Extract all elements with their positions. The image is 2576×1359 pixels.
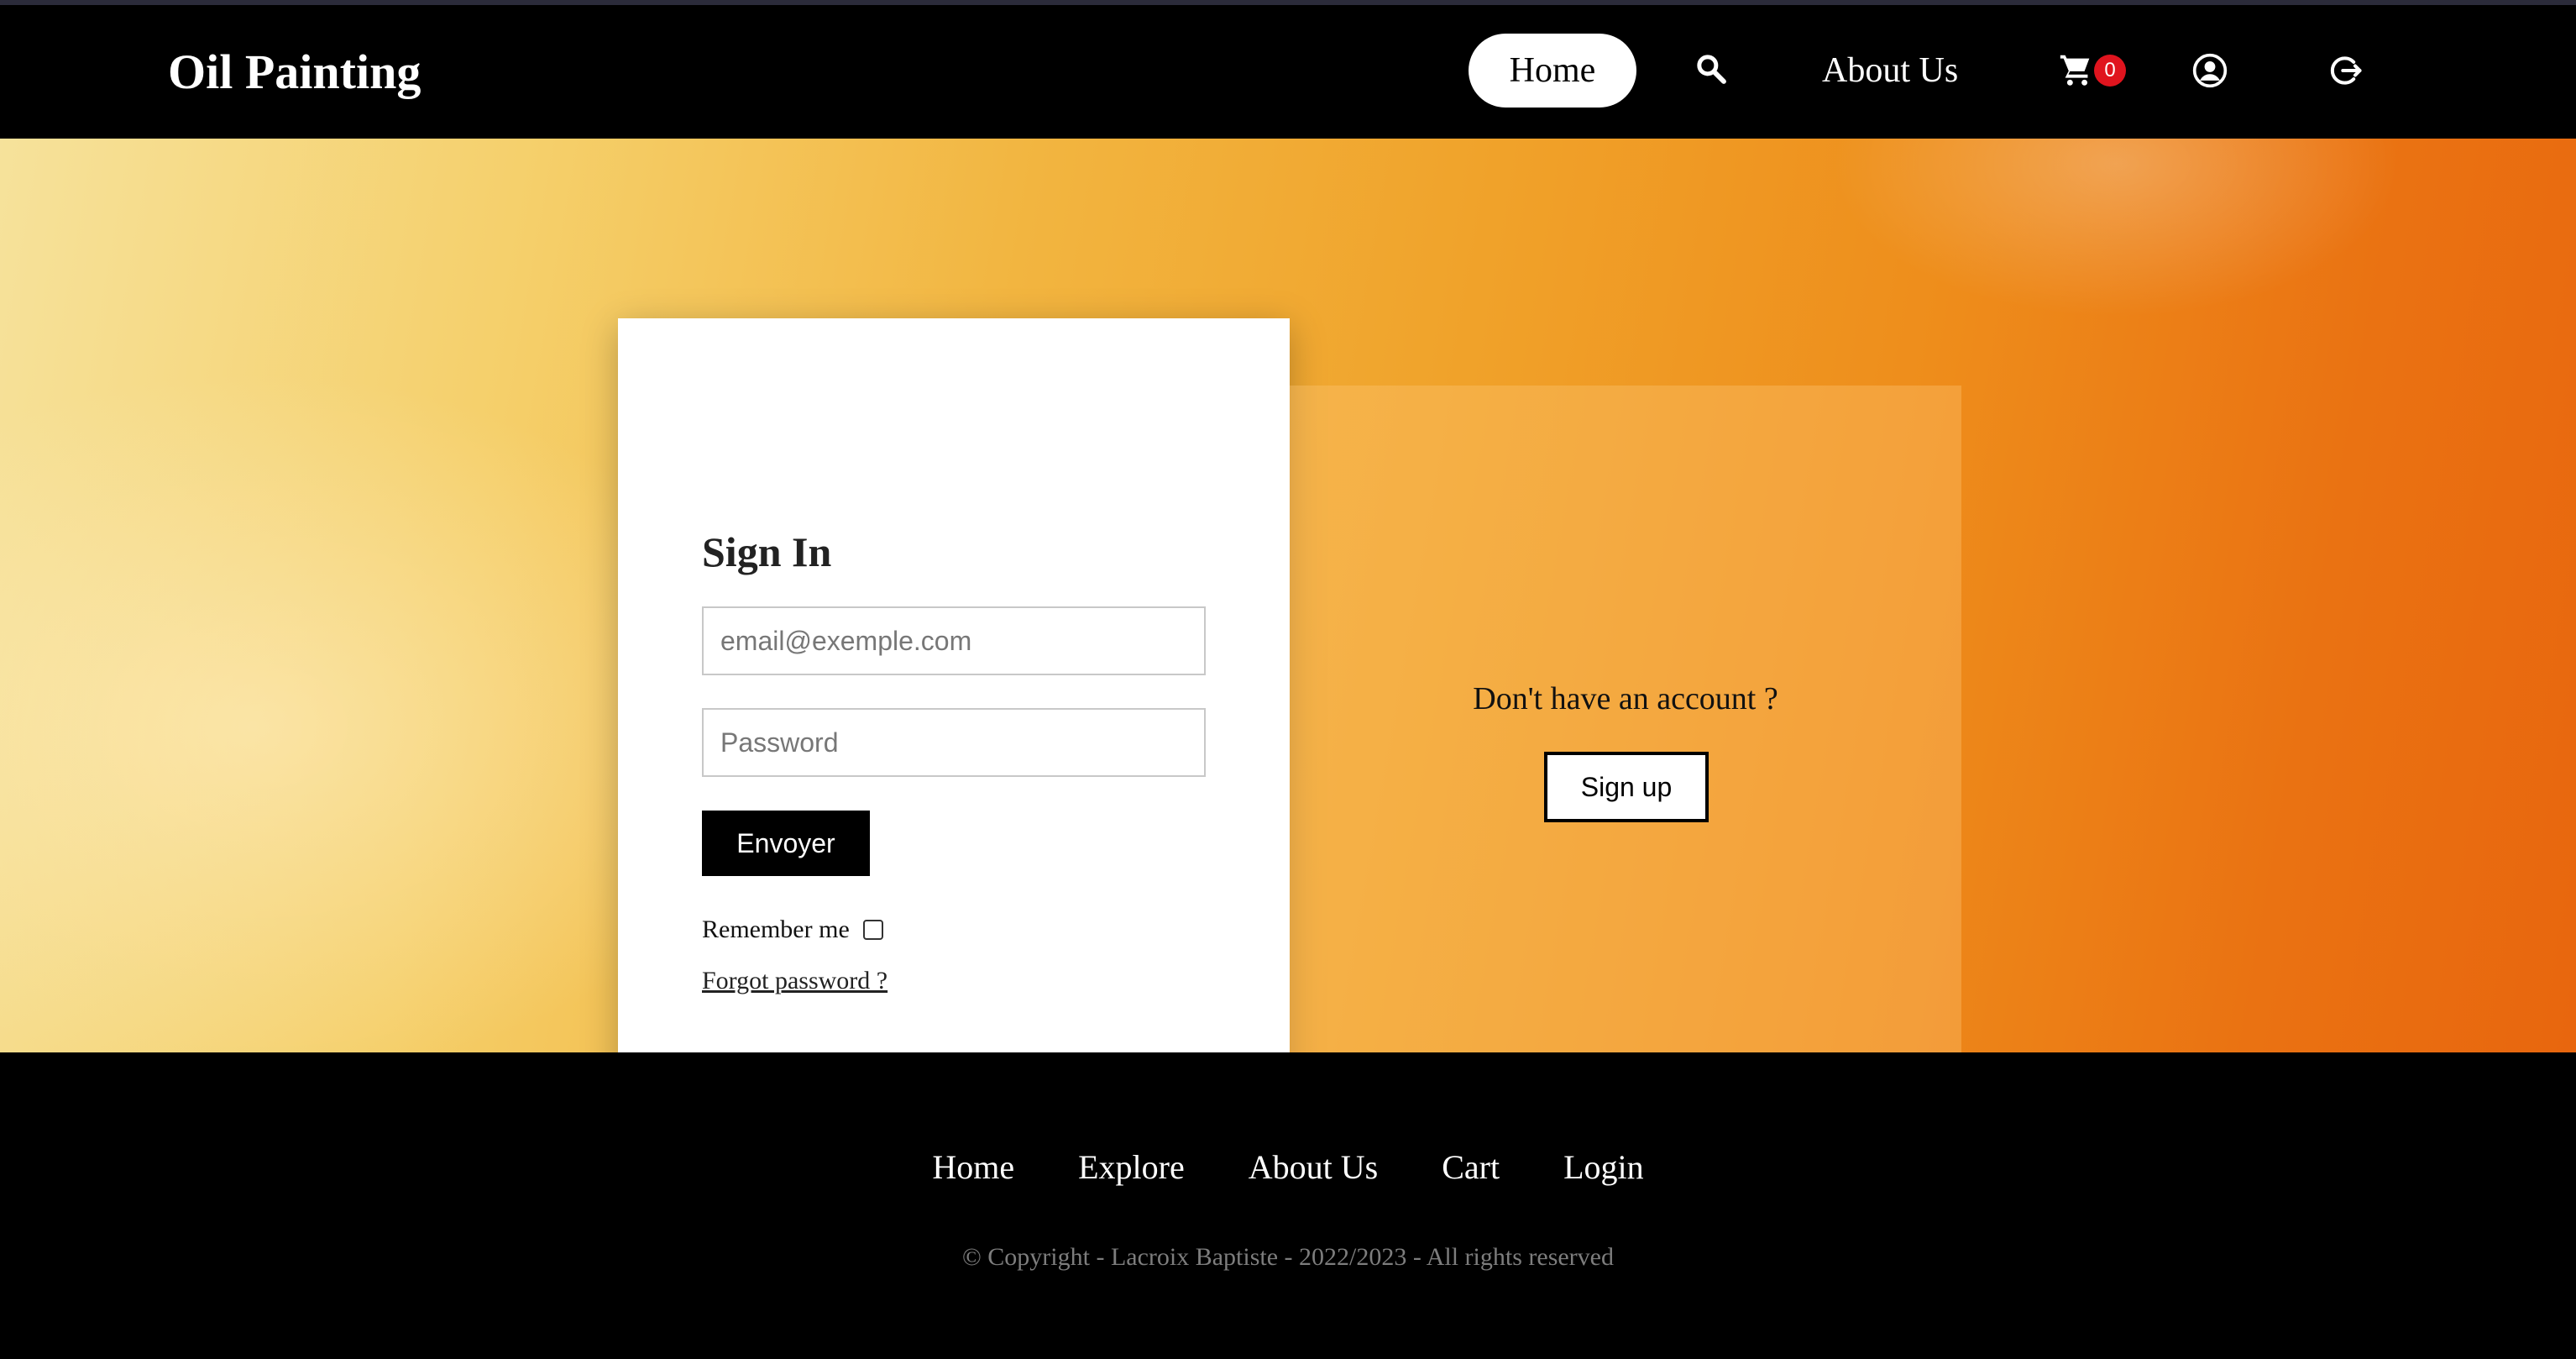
footer-link-login[interactable]: Login xyxy=(1563,1145,1644,1190)
remember-me-label: Remember me xyxy=(702,916,850,943)
cart-count-badge: 0 xyxy=(2094,55,2126,87)
cart-icon[interactable] xyxy=(2057,50,2096,89)
footer-link-home[interactable]: Home xyxy=(932,1145,1014,1190)
email-input[interactable] xyxy=(702,606,1206,675)
signup-button[interactable]: Sign up xyxy=(1544,752,1709,822)
copyright-text: © Copyright - Lacroix Baptiste - 2022/20… xyxy=(962,1243,1614,1271)
signin-card: Sign In Envoyer Remember me Forgot passw… xyxy=(618,318,1290,1157)
footer-link-cart[interactable]: Cart xyxy=(1442,1145,1500,1190)
signin-title: Sign In xyxy=(702,528,832,575)
footer: Home Explore About Us Cart Login © Copyr… xyxy=(0,1052,2576,1359)
footer-link-explore[interactable]: Explore xyxy=(1078,1145,1185,1190)
brand-logo[interactable]: Oil Painting xyxy=(168,39,421,106)
nav-home-button[interactable]: Home xyxy=(1469,34,1636,108)
password-input[interactable] xyxy=(702,708,1206,777)
search-icon[interactable] xyxy=(1694,52,1728,86)
nav-about-link[interactable]: About Us xyxy=(1822,42,1958,99)
user-icon[interactable] xyxy=(2191,52,2228,89)
remember-me-checkbox[interactable] xyxy=(862,920,883,940)
hero-background: Sign In Envoyer Remember me Forgot passw… xyxy=(0,139,2576,1157)
logout-icon[interactable] xyxy=(2327,52,2364,89)
remember-me-row: Remember me xyxy=(702,909,883,951)
submit-button[interactable]: Envoyer xyxy=(702,811,870,876)
footer-nav: Home Explore About Us Cart Login xyxy=(0,1145,2576,1190)
forgot-password-link[interactable]: Forgot password ? xyxy=(702,964,887,998)
signup-panel: Don't have an account ? Sign up xyxy=(1290,386,1961,1091)
navbar: Oil Painting Home About Us 0 xyxy=(0,5,2576,139)
signup-prompt: Don't have an account ? xyxy=(1473,681,1778,716)
footer-link-about[interactable]: About Us xyxy=(1249,1145,1378,1190)
